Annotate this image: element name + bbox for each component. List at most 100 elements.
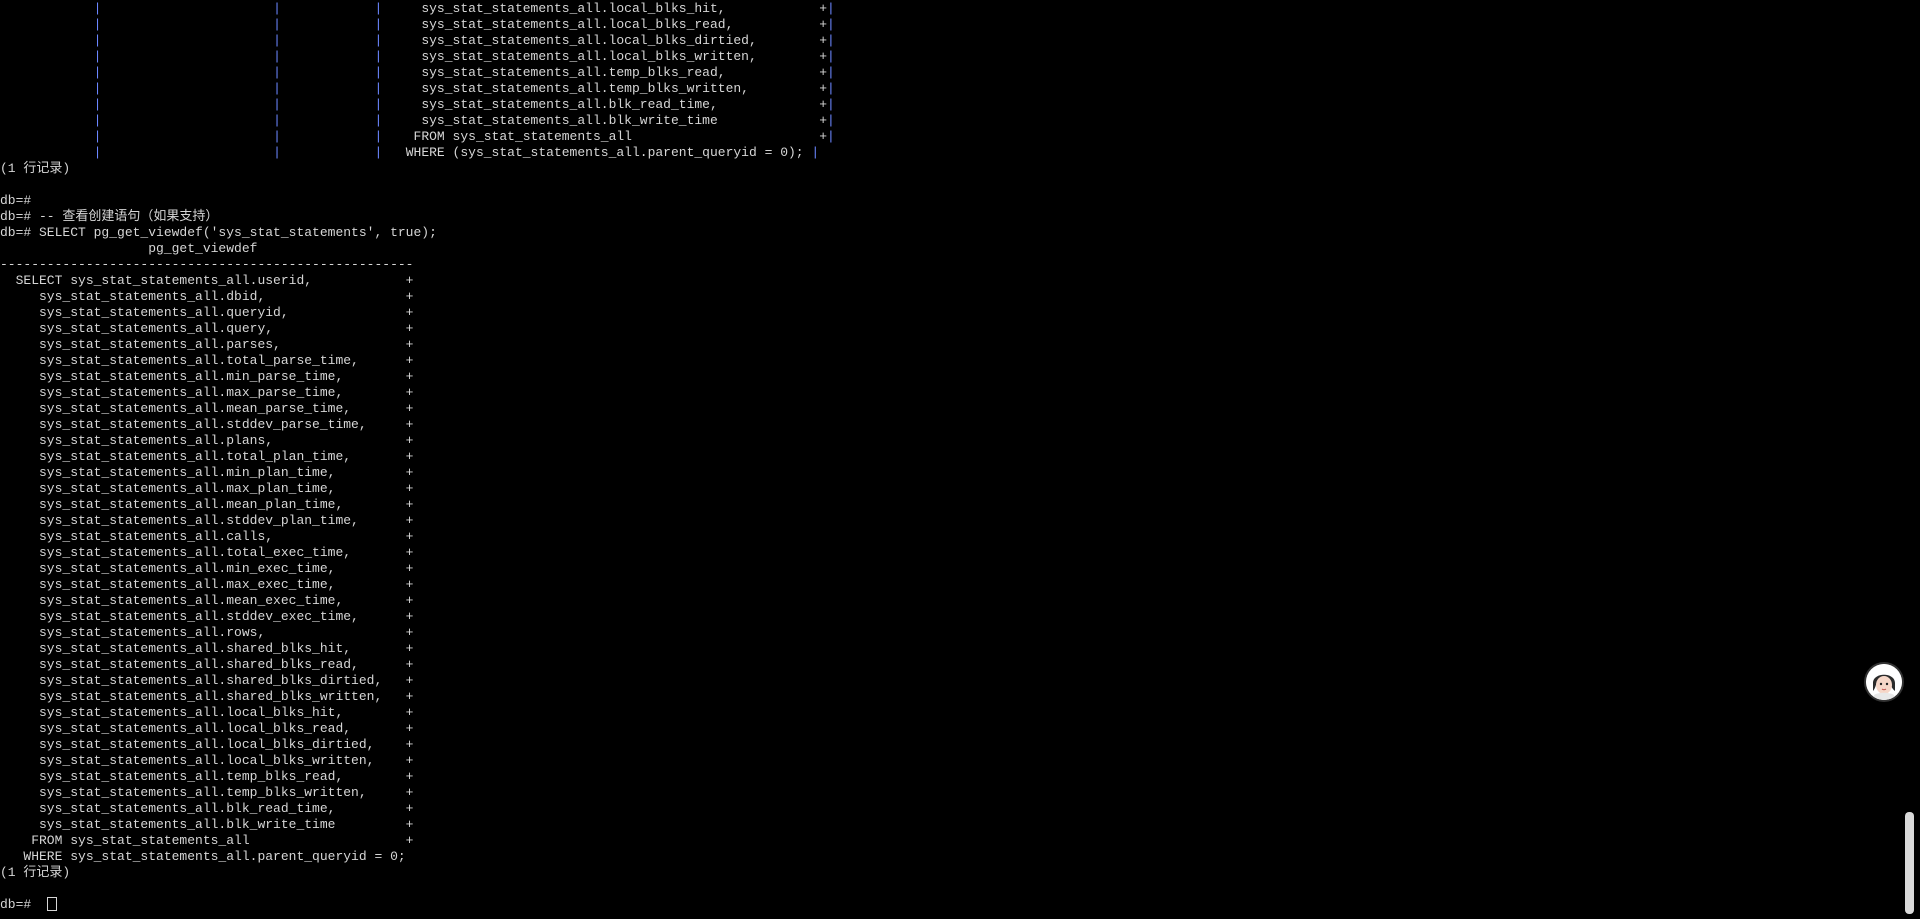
column-separator: | (374, 145, 383, 160)
terminal-line: sys_stat_statements_all.calls, + (0, 529, 414, 544)
terminal-line: | | | WHERE (sys_stat_statements_all.par… (93, 145, 820, 160)
terminal-line: | | | sys_stat_statements_all.local_blks… (93, 33, 835, 48)
column-separator: | (93, 33, 102, 48)
column-separator: | (374, 1, 383, 16)
column-separator: | (374, 33, 383, 48)
terminal-line: sys_stat_statements_all.shared_blks_read… (0, 657, 414, 672)
terminal-window[interactable]: | | | sys_stat_statements_all.local_blks… (0, 0, 1920, 919)
terminal-line: sys_stat_statements_all.max_parse_time, … (0, 385, 414, 400)
terminal-line: sys_stat_statements_all.min_plan_time, + (0, 465, 414, 480)
terminal-line: ----------------------------------------… (0, 257, 414, 272)
terminal-line: sys_stat_statements_all.plans, + (0, 433, 414, 448)
terminal-line: sys_stat_statements_all.shared_blks_writ… (0, 689, 414, 704)
column-separator: | (273, 65, 281, 80)
terminal-line: sys_stat_statements_all.parses, + (0, 337, 414, 352)
column-separator: | (827, 1, 835, 16)
column-separator: | (273, 145, 281, 160)
column-separator: | (374, 129, 383, 144)
prompt-line[interactable]: db=# (0, 897, 835, 913)
terminal-output[interactable]: | | | sys_stat_statements_all.local_blks… (0, 0, 1900, 919)
terminal-line: sys_stat_statements_all.mean_exec_time, … (0, 593, 414, 608)
terminal-line: | | | sys_stat_statements_all.temp_blks_… (93, 65, 835, 80)
column-separator: | (273, 33, 281, 48)
terminal-line: sys_stat_statements_all.blk_write_time + (0, 817, 414, 832)
column-separator: | (827, 129, 835, 144)
column-separator: | (374, 65, 383, 80)
column-separator: | (827, 17, 835, 32)
column-separator: | (93, 49, 102, 64)
column-separator: | (273, 1, 281, 16)
terminal-line: sys_stat_statements_all.mean_plan_time, … (0, 497, 414, 512)
column-separator: | (273, 49, 281, 64)
terminal-line: sys_stat_statements_all.min_parse_time, … (0, 369, 414, 384)
terminal-line: sys_stat_statements_all.total_plan_time,… (0, 449, 414, 464)
vertical-scrollbar[interactable] (1905, 0, 1914, 919)
terminal-line: sys_stat_statements_all.blk_read_time, + (0, 801, 414, 816)
column-separator: | (827, 65, 835, 80)
terminal-line: | | | sys_stat_statements_all.local_blks… (93, 1, 835, 16)
terminal-line: sys_stat_statements_all.local_blks_writt… (0, 753, 414, 768)
terminal-line: sys_stat_statements_all.queryid, + (0, 305, 414, 320)
terminal-line: | | | FROM sys_stat_statements_all +| (93, 129, 835, 144)
terminal-line: | | | sys_stat_statements_all.temp_blks_… (93, 81, 835, 96)
column-separator: | (93, 129, 102, 144)
terminal-line: | | | sys_stat_statements_all.blk_write_… (93, 113, 835, 128)
column-separator: | (374, 97, 383, 112)
column-separator: | (827, 49, 835, 64)
column-separator: | (93, 145, 102, 160)
terminal-line: db=# -- 查看创建语句（如果支持） (0, 209, 219, 224)
terminal-line: sys_stat_statements_all.max_exec_time, + (0, 577, 414, 592)
terminal-line: sys_stat_statements_all.min_exec_time, + (0, 561, 414, 576)
column-separator: | (374, 113, 383, 128)
column-separator: | (827, 33, 835, 48)
column-separator: | (827, 97, 835, 112)
terminal-line: pg_get_viewdef (0, 241, 258, 256)
text-cursor (47, 897, 58, 911)
terminal-line: sys_stat_statements_all.local_blks_hit, … (0, 705, 414, 720)
terminal-line: (1 行记录) (0, 865, 71, 880)
column-separator: | (93, 113, 102, 128)
terminal-line: sys_stat_statements_all.temp_blks_writte… (0, 785, 414, 800)
terminal-line: sys_stat_statements_all.stddev_plan_time… (0, 513, 414, 528)
prompt: db=# (0, 897, 32, 912)
terminal-line: SELECT sys_stat_statements_all.userid, + (0, 273, 414, 288)
terminal-line: | | | sys_stat_statements_all.blk_read_t… (93, 97, 835, 112)
terminal-line: (1 行记录) (0, 161, 71, 176)
terminal-line: sys_stat_statements_all.stddev_exec_time… (0, 609, 414, 624)
terminal-line: sys_stat_statements_all.dbid, + (0, 289, 414, 304)
terminal-line: sys_stat_statements_all.temp_blks_read, … (0, 769, 414, 784)
column-separator: | (374, 49, 383, 64)
column-separator: | (93, 65, 102, 80)
terminal-line: sys_stat_statements_all.max_plan_time, + (0, 481, 414, 496)
terminal-line: sys_stat_statements_all.mean_parse_time,… (0, 401, 414, 416)
column-separator: | (374, 81, 383, 96)
column-separator: | (827, 113, 835, 128)
terminal-line: | | | sys_stat_statements_all.local_blks… (93, 17, 835, 32)
terminal-line: sys_stat_statements_all.shared_blks_hit,… (0, 641, 414, 656)
column-separator: | (93, 97, 102, 112)
column-separator: | (93, 1, 102, 16)
terminal-lines: | | | sys_stat_statements_all.local_blks… (0, 1, 835, 913)
column-separator: | (811, 145, 820, 160)
terminal-line: sys_stat_statements_all.total_parse_time… (0, 353, 414, 368)
terminal-line: db=# SELECT pg_get_viewdef('sys_stat_sta… (0, 225, 437, 240)
column-separator: | (273, 17, 281, 32)
terminal-line: sys_stat_statements_all.local_blks_dirti… (0, 737, 414, 752)
terminal-line: sys_stat_statements_all.local_blks_read,… (0, 721, 414, 736)
terminal-line: | | | sys_stat_statements_all.local_blks… (93, 49, 835, 64)
scroll-thumb[interactable] (1905, 812, 1914, 914)
column-separator: | (273, 97, 281, 112)
terminal-line: sys_stat_statements_all.total_exec_time,… (0, 545, 414, 560)
terminal-line: WHERE sys_stat_statements_all.parent_que… (0, 849, 406, 864)
terminal-line: db=# (0, 193, 32, 208)
assistant-avatar-icon[interactable] (1866, 664, 1902, 700)
column-separator: | (93, 17, 102, 32)
column-separator: | (374, 17, 383, 32)
column-separator: | (273, 129, 281, 144)
column-separator: | (273, 113, 281, 128)
column-separator: | (273, 81, 281, 96)
terminal-line: sys_stat_statements_all.shared_blks_dirt… (0, 673, 414, 688)
terminal-line: sys_stat_statements_all.stddev_parse_tim… (0, 417, 414, 432)
